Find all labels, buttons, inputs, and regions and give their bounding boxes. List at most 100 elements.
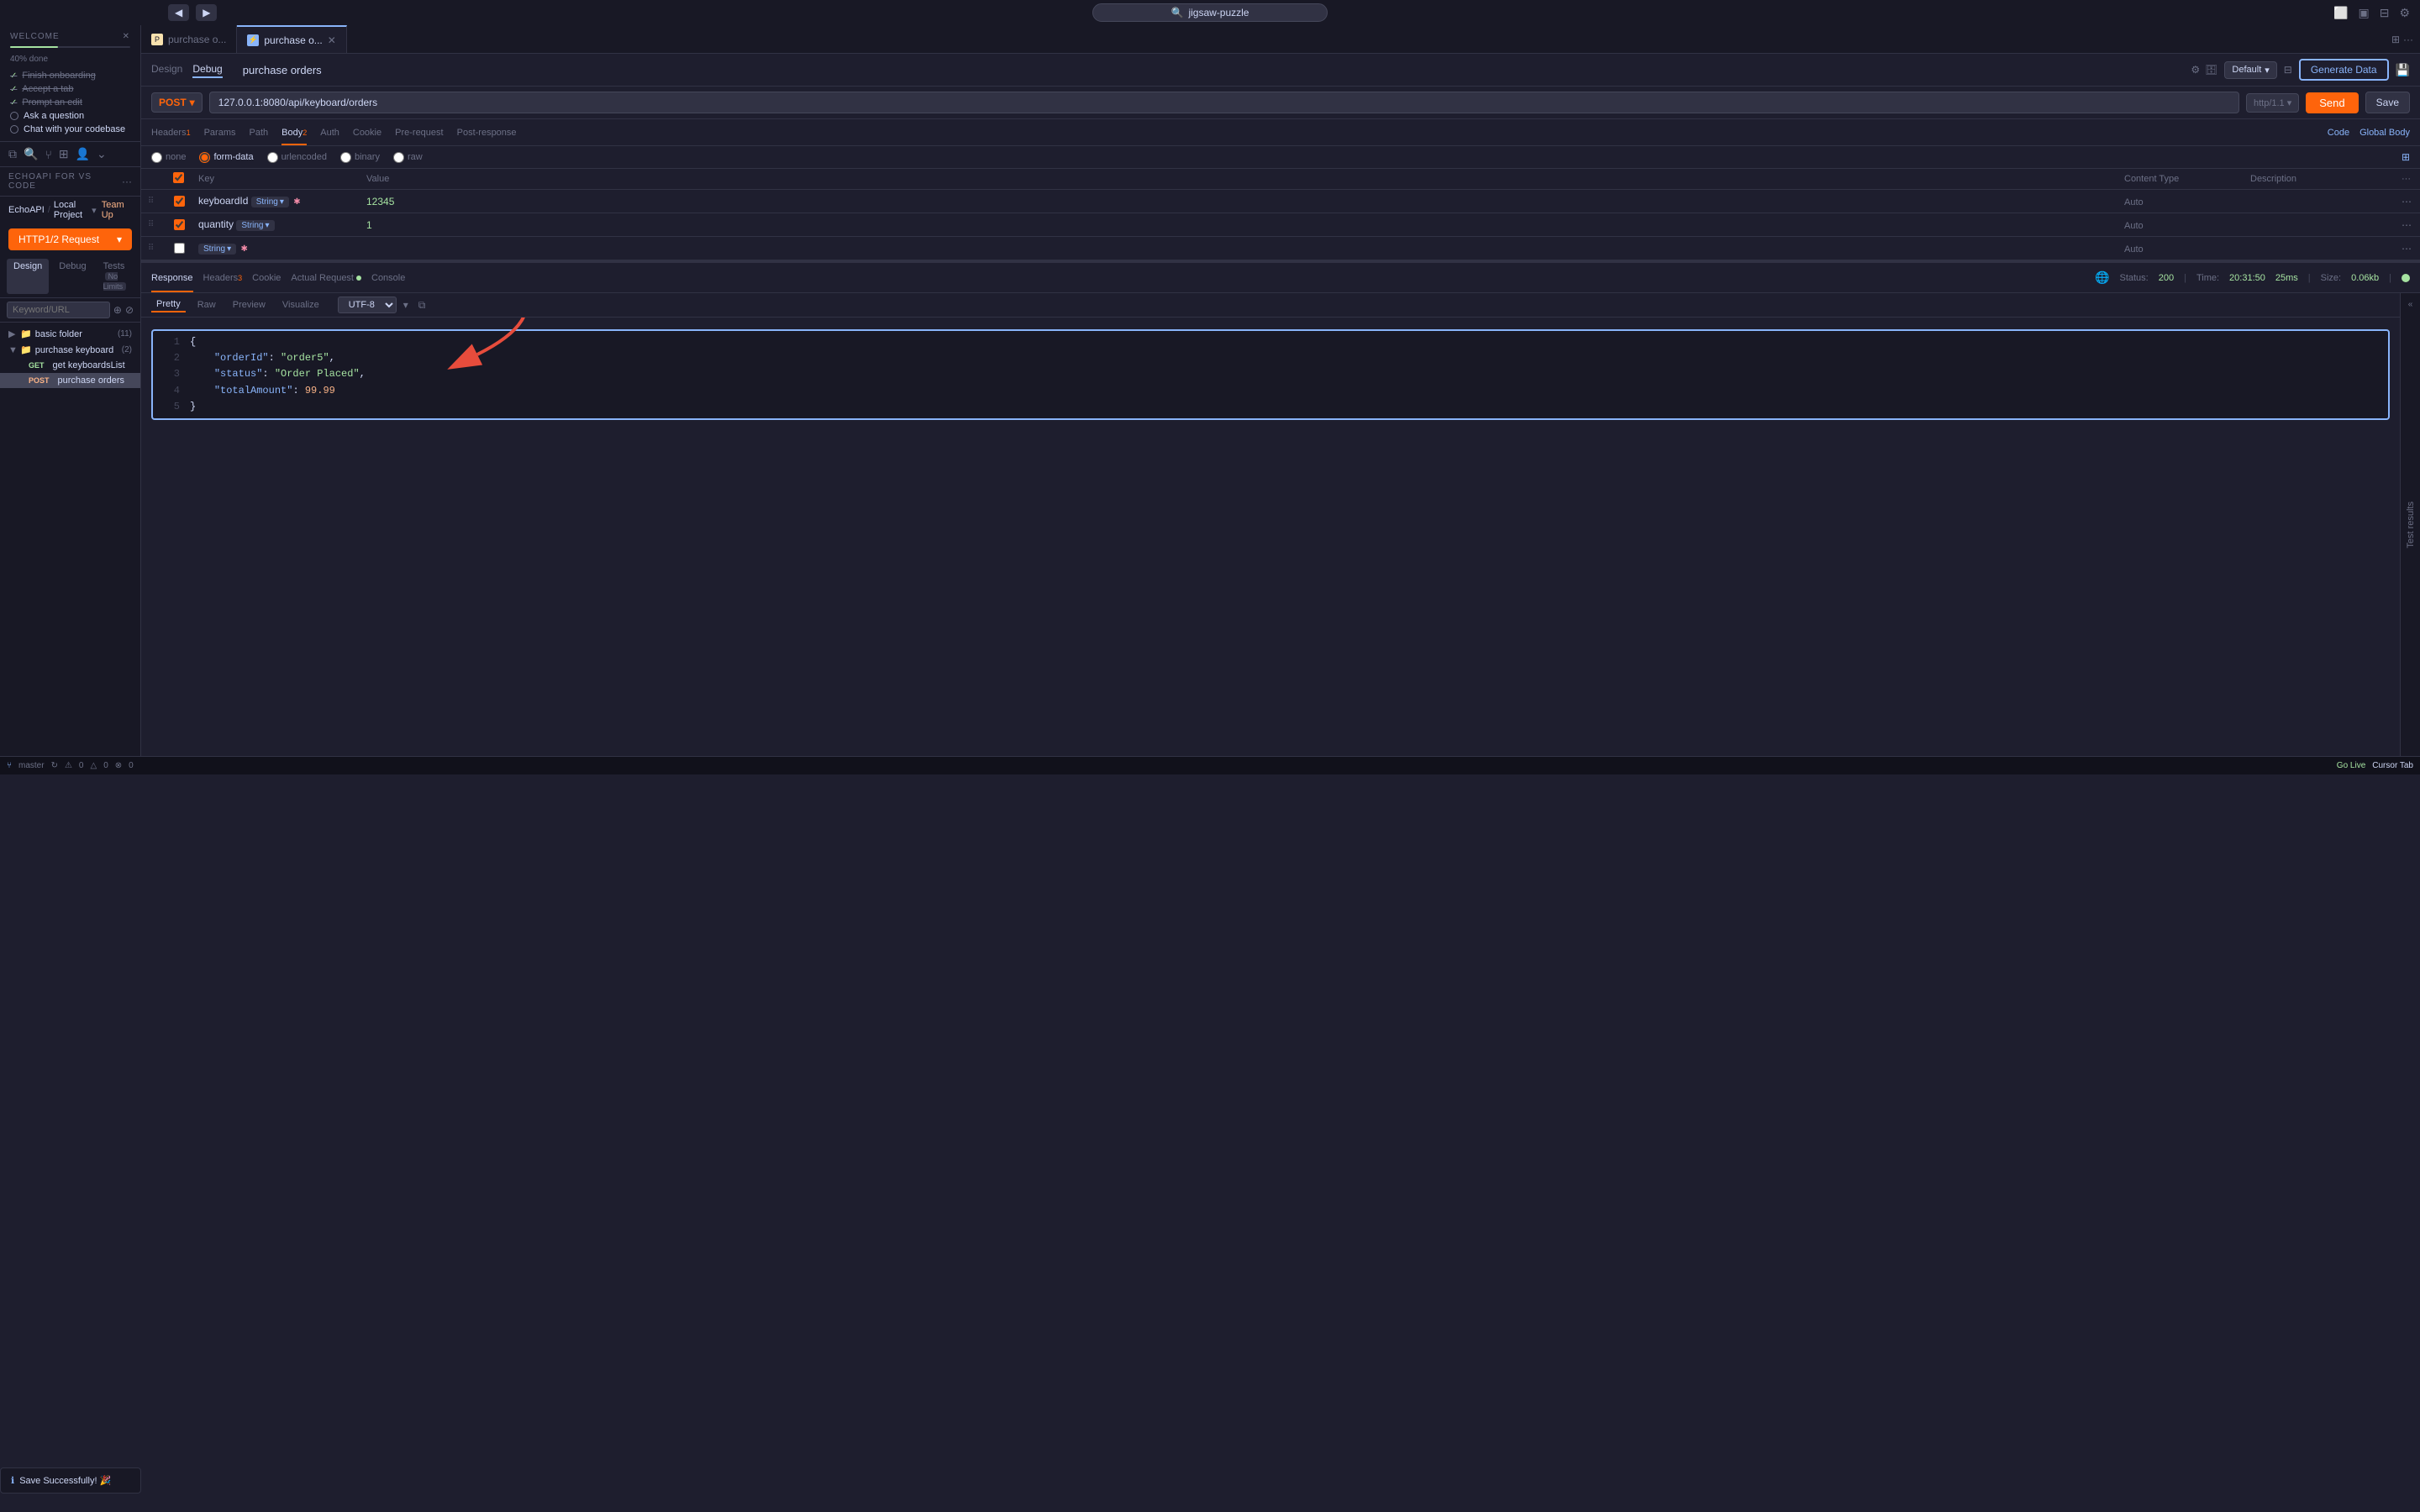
required-star-icon[interactable]: ✱ xyxy=(293,197,300,207)
tab-design[interactable]: Design xyxy=(7,259,49,294)
back-button[interactable]: ◀ xyxy=(168,4,189,21)
url-input[interactable] xyxy=(209,92,2239,113)
row-more[interactable]: ⋯ xyxy=(2395,243,2420,255)
prerequest-tab[interactable]: Pre-request xyxy=(395,119,443,145)
branch-name[interactable]: master xyxy=(18,761,45,770)
format-urlencoded[interactable]: urlencoded xyxy=(267,152,327,163)
chevron-down-icon[interactable]: ⌄ xyxy=(97,147,107,161)
save-icon-button[interactable]: 💾 xyxy=(2396,63,2410,77)
pretty-tab[interactable]: Pretty xyxy=(151,297,186,312)
search-icon[interactable]: 🔍 xyxy=(24,147,38,161)
drag-handle-icon[interactable]: ⠿ xyxy=(141,220,166,229)
settings-icon[interactable]: ⚙ xyxy=(2397,4,2412,22)
default-select[interactable]: Default ▾ xyxy=(2224,61,2276,79)
raw-tab[interactable]: Raw xyxy=(192,298,221,312)
search-input[interactable] xyxy=(7,302,110,318)
select-all-checkbox[interactable] xyxy=(173,172,184,183)
format-none[interactable]: none xyxy=(151,152,186,163)
row-more[interactable]: ⋯ xyxy=(2395,219,2420,231)
http-request-button[interactable]: HTTP1/2 Request ▾ xyxy=(8,228,132,250)
visualize-tab[interactable]: Visualize xyxy=(277,298,324,312)
response-main: Pretty Raw Preview Visualize UTF-8 ▾ ⧉ xyxy=(141,293,2400,756)
settings-icon-2[interactable]: ⊟ xyxy=(2284,64,2292,76)
tab-debug[interactable]: Debug xyxy=(52,259,92,294)
auth-tab[interactable]: Auth xyxy=(320,119,339,145)
header-check xyxy=(166,172,192,186)
path-tab[interactable]: Path xyxy=(250,119,269,145)
chevron-down-icon[interactable]: ▾ xyxy=(92,205,97,216)
copy-icon[interactable]: ⧉ xyxy=(8,147,17,161)
filter-icon[interactable]: ⊕ xyxy=(113,304,122,316)
more-tabs-icon[interactable]: ··· xyxy=(2403,34,2413,45)
global-body-link[interactable]: Global Body xyxy=(2360,128,2410,138)
close-welcome-icon[interactable]: ✕ xyxy=(123,32,130,41)
titlebar-search[interactable]: 🔍 jigsaw-puzzle xyxy=(1092,3,1328,22)
sort-icon[interactable]: ⊘ xyxy=(125,304,134,316)
tab-purchase-api[interactable]: ⚡ purchase o... ✕ xyxy=(237,25,346,53)
format-binary[interactable]: binary xyxy=(340,152,380,163)
go-live-button[interactable]: Go Live xyxy=(2337,761,2365,770)
grid-icon[interactable]: ⊞ xyxy=(59,147,69,161)
row-more[interactable]: ⋯ xyxy=(2395,196,2420,207)
cookie-response-tab[interactable]: Cookie xyxy=(252,263,281,292)
split-icon[interactable]: ⊟ xyxy=(2378,4,2391,22)
method-select[interactable]: POST ▾ xyxy=(151,92,203,113)
cookie-tab[interactable]: Cookie xyxy=(353,119,381,145)
design-nav-tab[interactable]: Design xyxy=(151,61,182,78)
split-view-icon[interactable]: ⊞ xyxy=(2391,34,2400,45)
branch-icon[interactable]: ⑂ xyxy=(45,148,51,161)
copy-button[interactable]: ⧉ xyxy=(418,299,426,312)
row-enable-checkbox[interactable] xyxy=(174,196,185,207)
globe-icon[interactable]: 🌐 xyxy=(2095,270,2109,285)
chevron-down-icon[interactable]: ▾ xyxy=(403,299,408,311)
body-tab[interactable]: Body2 xyxy=(281,119,307,145)
team-up-button[interactable]: Team Up xyxy=(102,200,132,220)
header-more[interactable]: ··· xyxy=(2395,174,2420,184)
forward-button[interactable]: ▶ xyxy=(196,4,217,21)
format-formdata[interactable]: form-data xyxy=(199,152,253,163)
layout-icon[interactable]: ▣ xyxy=(2356,4,2370,22)
row-enable-checkbox[interactable] xyxy=(174,243,185,254)
encoding-select[interactable]: UTF-8 xyxy=(338,297,397,313)
check-icon: ✓ xyxy=(10,85,17,94)
tree-folder-basic[interactable]: ▶ 📁 basic folder (11) xyxy=(0,326,140,342)
sync-icon[interactable]: ↻ xyxy=(51,761,58,770)
sidebar-toggle-icon[interactable]: ⬜ xyxy=(2332,4,2349,22)
type-badge[interactable]: String ▾ xyxy=(251,197,289,207)
tab-purchase-file[interactable]: P purchase o... xyxy=(141,25,237,53)
close-tab-icon[interactable]: ✕ xyxy=(328,34,336,46)
params-tab[interactable]: Params xyxy=(204,119,236,145)
more-icon[interactable]: ··· xyxy=(122,176,132,187)
preview-tab[interactable]: Preview xyxy=(228,298,271,312)
tab-tests[interactable]: Tests No Limits xyxy=(97,259,134,294)
save-button[interactable]: Save xyxy=(2365,92,2410,113)
avatar-icon[interactable]: 👤 xyxy=(76,147,90,161)
tree-item-get-keyboards[interactable]: GET get keyboardsList xyxy=(0,358,140,373)
headers-response-tab[interactable]: Headers3 xyxy=(203,263,243,292)
postresponse-tab[interactable]: Post-response xyxy=(457,119,517,145)
type-badge[interactable]: String ▾ xyxy=(198,244,236,255)
type-badge[interactable]: String ▾ xyxy=(236,220,274,231)
actual-request-tab[interactable]: Actual Request xyxy=(291,263,361,292)
debug-nav-tab[interactable]: Debug xyxy=(192,61,222,78)
settings-db-icon[interactable]: 🗄 xyxy=(2205,64,2217,76)
code-link[interactable]: Code xyxy=(2328,128,2349,138)
size-value: 0.06kb xyxy=(2351,273,2379,283)
local-project-label[interactable]: Local Project xyxy=(54,200,88,220)
response-tab[interactable]: Response xyxy=(151,263,193,292)
settings-gear-icon[interactable]: ⚙ xyxy=(2191,64,2200,76)
required-star-icon[interactable]: ✱ xyxy=(241,244,248,254)
row-enable-checkbox[interactable] xyxy=(174,219,185,230)
protocol-select[interactable]: http/1.1 ▾ xyxy=(2246,93,2299,113)
drag-handle-icon[interactable]: ⠿ xyxy=(141,197,166,206)
headers-tab[interactable]: Headers1 xyxy=(151,119,191,145)
body-format-icon[interactable]: ⊞ xyxy=(2402,151,2410,163)
test-results-panel[interactable]: « Test results xyxy=(2400,293,2420,756)
tree-item-post-orders[interactable]: POST purchase orders xyxy=(0,373,140,388)
format-raw[interactable]: raw xyxy=(393,152,423,163)
send-button[interactable]: Send xyxy=(2306,92,2358,113)
console-tab[interactable]: Console xyxy=(371,263,405,292)
tree-folder-purchase[interactable]: ▼ 📁 purchase keyboard (2) xyxy=(0,342,140,358)
drag-handle-icon[interactable]: ⠿ xyxy=(141,244,166,253)
generate-data-button[interactable]: Generate Data xyxy=(2299,59,2389,81)
